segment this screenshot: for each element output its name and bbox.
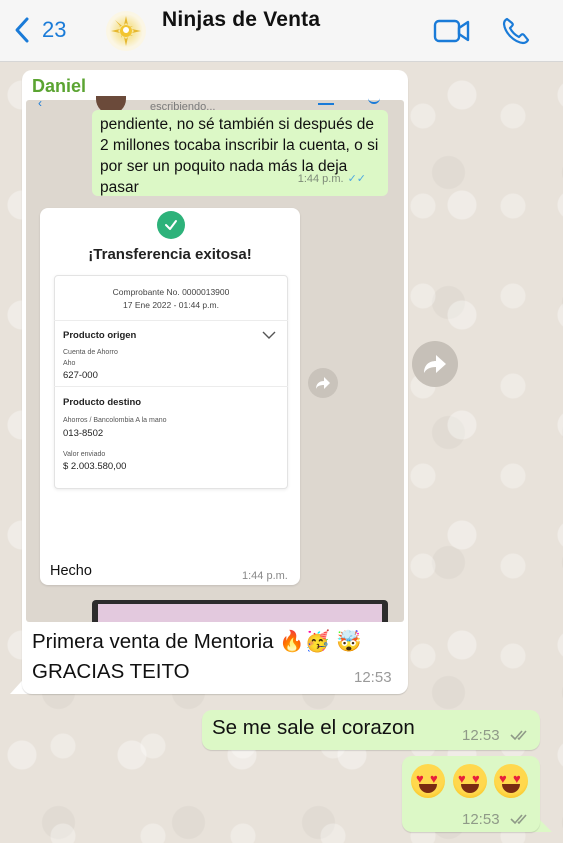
divider <box>54 386 288 387</box>
delivered-ticks-icon <box>510 730 527 741</box>
screenshot-green-time: 1:44 p.m. ✓✓ <box>298 169 366 190</box>
chevron-left-icon <box>15 17 29 43</box>
chat-header: 23 Ninjas de Venta <box>0 0 563 62</box>
destination-product-label: Producto destino <box>63 397 142 408</box>
screenshot-back-icon: ‹ <box>38 96 42 110</box>
chevron-down-icon <box>262 331 276 339</box>
success-check-icon <box>157 211 185 239</box>
outgoing-message-text: Se me sale el corazon <box>212 716 415 739</box>
unread-count: 23 <box>42 17 67 42</box>
receipt-number: Comprobante No. 0000013900 <box>112 287 230 297</box>
chat-title[interactable]: Ninjas de Venta <box>162 8 320 32</box>
forward-icon <box>424 355 446 373</box>
phone-call-icon[interactable] <box>500 15 532 47</box>
sender-name[interactable]: Daniel <box>32 76 86 97</box>
origin-account-number: 627-000 <box>63 370 98 381</box>
divider <box>54 320 288 321</box>
origin-account-sub: Aho <box>63 360 76 367</box>
screenshot-next-image-content <box>98 604 382 622</box>
done-time: 1:44 p.m. <box>242 570 288 582</box>
heart-eyes-emoji-icon: ♥ ♥ <box>453 764 487 798</box>
done-label: Hecho <box>50 563 92 579</box>
origin-account-type: Cuenta de Ahorro <box>63 349 118 356</box>
destination-account-number: 013-8502 <box>63 428 104 439</box>
forward-button[interactable] <box>412 341 458 387</box>
delivered-ticks-icon <box>510 814 527 825</box>
message-caption: Primera venta de Mentoria 🔥🥳 🤯 GRACIAS T… <box>32 630 362 683</box>
back-button[interactable]: 23 <box>14 16 66 44</box>
heart-eyes-emoji-icon: ♥ ♥ <box>411 764 445 798</box>
message-time: 12:53 <box>354 669 392 686</box>
transfer-title: ¡Transferencia exitosa! <box>88 246 252 263</box>
video-call-icon[interactable] <box>433 17 471 45</box>
screenshot-forward-icon <box>308 368 338 398</box>
heart-eyes-emoji-icon: ♥ ♥ <box>494 764 528 798</box>
group-avatar[interactable] <box>106 11 146 51</box>
screenshot-video-icon <box>318 99 334 105</box>
screenshot-green-message: pendiente, no sé también si después de 2… <box>92 110 388 196</box>
ninja-logo-icon <box>111 16 141 46</box>
destination-account-type: Ahorros / Bancolombia A la mano <box>63 417 167 424</box>
amount-value: $ 2.003.580,00 <box>63 461 127 472</box>
receipt-date: 17 Ene 2022 - 01:44 p.m. <box>123 300 219 310</box>
origin-product-label: Producto origen <box>63 330 137 341</box>
amount-label: Valor enviado <box>63 451 106 458</box>
outgoing-message-time: 12:53 <box>462 811 500 828</box>
read-ticks-icon: ✓✓ <box>347 173 366 185</box>
outgoing-message-time: 12:53 <box>462 727 500 744</box>
